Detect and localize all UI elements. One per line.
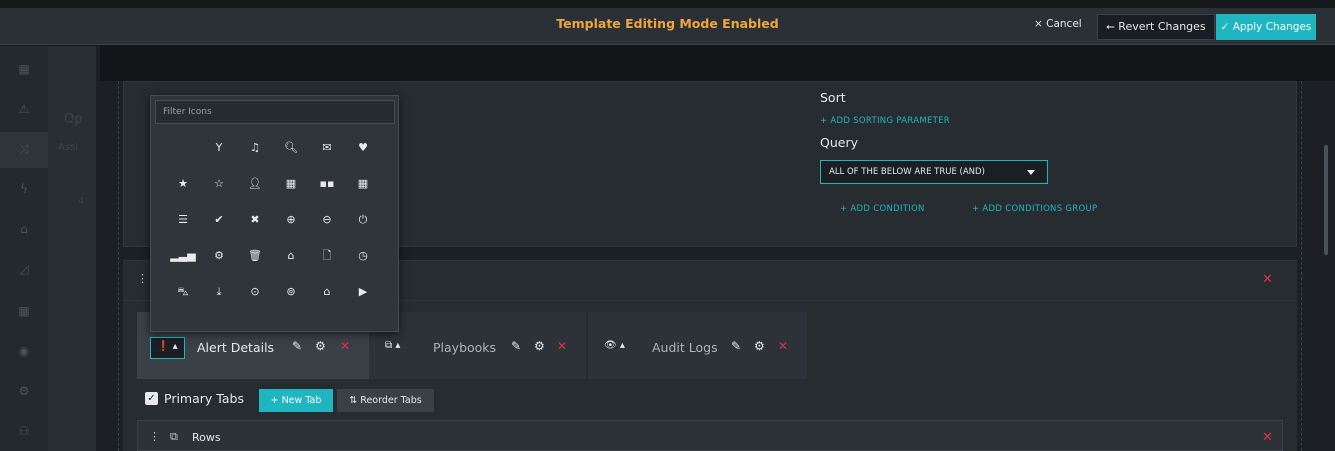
tab-label: Alert Details [197,340,275,355]
th-large-icon[interactable]: ▪▪ [309,174,345,210]
gear-icon[interactable]: ⚙ [754,339,765,353]
edit-icon[interactable]: ✎ [292,339,302,353]
background-panel: Op Assi 4 [48,46,96,451]
settings-icon[interactable]: ⚙ [16,384,32,400]
film-icon[interactable]: ▦ [273,174,309,210]
bolt-icon[interactable]: ϟ [16,182,32,198]
home-icon[interactable]: ⌂ [273,246,309,282]
music-icon[interactable]: ♫ [237,138,273,174]
cancel-button[interactable]: × Cancel [1034,18,1082,30]
add-sorting-parameter-link[interactable]: + ADD SORTING PARAMETER [820,116,950,126]
signal-icon[interactable]: ▂▃▅ [165,246,201,282]
shield-icon[interactable]: ◉ [16,344,32,360]
chevron-down-icon [1027,170,1035,175]
users-icon[interactable]: ⚇ [16,424,32,440]
shuffle-icon[interactable]: ⤨ [16,142,32,158]
envelope-icon[interactable]: ✉ [309,138,345,174]
apply-changes-button[interactable]: ✓ Apply Changes [1216,14,1316,40]
query-operator-value: ALL OF THE BELOW ARE TRUE (AND) [829,167,985,177]
tab-audit-logs[interactable]: 👁︎ ▴ Audit Logs ✎ ⚙ ✕ [588,312,807,379]
close-icon[interactable]: ✕ [778,339,788,353]
star-outline-icon[interactable]: ☆ [201,174,237,210]
tab-playbooks[interactable]: ⧉ ▴ Playbooks ✎ ⚙ ✕ [369,312,586,379]
zoom-out-icon[interactable]: ⊖ [309,210,345,246]
th-icon[interactable]: ▦ [345,174,381,210]
remove-rows-icon[interactable]: ✕ [1262,430,1273,445]
edit-icon[interactable]: ✎ [511,339,521,353]
clock-icon[interactable]: ◷ [345,246,381,282]
cog-icon[interactable]: ⚙ [201,246,237,282]
edit-icon[interactable]: ✎ [731,339,741,353]
alerts-icon[interactable]: ⚠ [16,102,32,118]
check-icon[interactable]: ✔ [201,210,237,246]
file-icon[interactable]: 🗋 [309,246,345,282]
background-count-text: 4 [78,196,85,207]
close-icon[interactable]: ✕ [557,339,567,353]
drag-handle-icon[interactable]: ⋮ [149,430,160,443]
close-icon[interactable]: ✕ [340,339,350,353]
apps-icon[interactable]: ▦ [16,304,32,320]
download-icon[interactable]: ⤓ [201,282,237,318]
arrow-circle-up-icon[interactable]: ⊚ [273,282,309,318]
building-icon[interactable]: ⌂ [16,222,32,238]
gear-icon[interactable]: ⚙ [315,339,326,353]
add-condition-link[interactable]: + ADD CONDITION [840,204,925,214]
new-tab-button[interactable]: + New Tab [259,389,333,412]
exclamation-circle-icon[interactable]: ❗ ▴ [150,337,185,359]
search-icon[interactable]: 🔍︎ [273,138,309,174]
rows-container: ⋮ ⧉ Rows ✕ [137,420,1283,451]
inbox-icon[interactable]: ⌂ [309,282,345,318]
gear-icon[interactable]: ⚙ [534,339,545,353]
dashed-guide-right [1301,81,1302,451]
eye-icon[interactable]: 👁︎ ▴ [598,337,631,359]
road-icon[interactable]: ⛍ [165,282,201,318]
power-off-icon[interactable]: ⏻ [345,210,381,246]
filter-icons-input[interactable] [155,100,395,124]
th-list-icon[interactable]: ☰ [165,210,201,246]
tab-label: Audit Logs [652,340,718,355]
sitemap-icon[interactable]: ⧉ ▴ [379,337,406,359]
glass-icon[interactable]: Y [201,138,237,174]
chart-icon[interactable]: ◿ [16,262,32,278]
play-circle-icon[interactable]: ▶ [345,282,381,318]
tab-label: Playbooks [433,340,497,355]
sitemap-icon: ⧉ [170,430,178,443]
heart-icon[interactable]: ♥ [345,138,381,174]
background-assign-text: Assi [58,142,79,153]
primary-tabs-label: Primary Tabs [164,391,244,406]
remove-section-icon[interactable]: ✕ [1262,272,1273,287]
background-op-text: Op [64,112,83,127]
vertical-scrollbar[interactable] [1324,145,1328,255]
revert-changes-button[interactable]: ⭠ Revert Changes [1097,14,1215,40]
rows-label: Rows [192,431,221,444]
left-sidebar: ▦ ⚠ ⤨ ϟ ⌂ ◿ ▦ ◉ ⚙ ⚇ [0,46,48,451]
primary-tabs-checkbox[interactable]: ✓ [145,392,158,405]
close-icon[interactable]: ✖ [237,210,273,246]
sort-label: Sort [820,90,846,105]
star-icon[interactable]: ★ [165,174,201,210]
query-operator-select[interactable]: ALL OF THE BELOW ARE TRUE (AND) [820,160,1048,184]
user-icon[interactable]: 👤︎ [237,174,273,210]
query-label: Query [820,135,858,150]
zoom-in-icon[interactable]: ⊕ [273,210,309,246]
reorder-tabs-button[interactable]: ⇅ Reorder Tabs [337,389,434,412]
dashboard-icon[interactable]: ▦ [16,62,32,78]
drag-handle-icon[interactable]: ⋮ [137,272,148,285]
arrow-circle-down-icon[interactable]: ⊙ [237,282,273,318]
trash-icon[interactable]: 🗑︎ [237,246,273,282]
dashed-guide-left [118,81,119,451]
add-conditions-group-link[interactable]: + ADD CONDITIONS GROUP [972,204,1097,214]
top-dark-band [100,46,1335,81]
icon-picker-popover: Y♫🔍︎✉♥★☆👤︎▦▪▪▦☰✔✖⊕⊖⏻▂▃▅⚙🗑︎⌂🗋◷⛍⤓⊙⊚⌂▶ [150,95,399,332]
template-mode-bar: Template Editing Mode Enabled × Cancel ⭠… [0,8,1335,45]
